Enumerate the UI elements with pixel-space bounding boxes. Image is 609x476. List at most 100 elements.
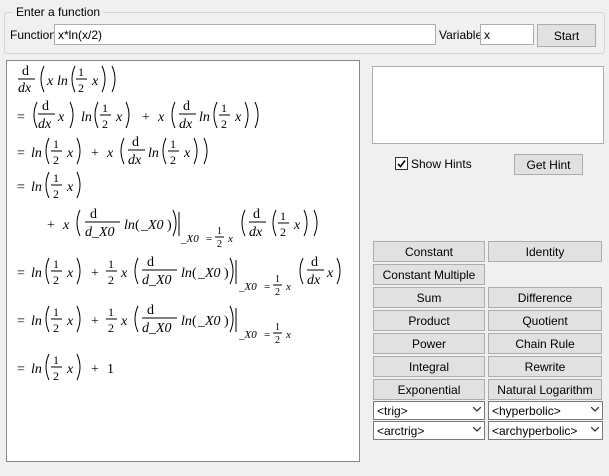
svg-text:=: = — [264, 329, 270, 341]
svg-text:dx: dx — [179, 117, 193, 132]
svg-text:dx: dx — [307, 273, 321, 288]
exponential-button[interactable]: Exponential — [373, 379, 485, 400]
svg-text:ln: ln — [31, 362, 42, 377]
variable-input[interactable] — [480, 24, 534, 45]
product-button[interactable]: Product — [373, 310, 485, 331]
svg-text:): ) — [224, 266, 229, 281]
constant-multiple-button[interactable]: Constant Multiple — [373, 264, 485, 285]
svg-text:x: x — [115, 110, 123, 125]
identity-button[interactable]: Identity — [488, 241, 602, 262]
svg-text:x: x — [326, 266, 334, 281]
svg-text:x: x — [120, 314, 128, 329]
rewrite-button[interactable]: Rewrite — [488, 356, 602, 377]
svg-text:_X0: _X0 — [197, 314, 221, 329]
svg-text:ln: ln — [181, 266, 192, 281]
svg-text:2: 2 — [108, 321, 114, 335]
svg-text:+: + — [91, 362, 99, 377]
svg-text:_X0: _X0 — [238, 281, 257, 293]
arctrig-select[interactable]: <arctrig> — [373, 421, 485, 440]
svg-text:=: = — [17, 110, 25, 125]
svg-text:x: x — [157, 110, 165, 125]
trig-select[interactable]: <trig> — [373, 401, 485, 420]
natural-logarithm-button[interactable]: Natural Logarithm — [488, 379, 602, 400]
svg-text:2: 2 — [275, 335, 280, 346]
svg-text:1: 1 — [280, 209, 286, 223]
svg-text:d: d — [90, 207, 97, 222]
svg-text:2: 2 — [275, 287, 280, 298]
svg-text:x: x — [285, 281, 291, 293]
svg-text:): ) — [167, 218, 172, 233]
svg-text:(: ( — [192, 266, 197, 281]
integral-button[interactable]: Integral — [373, 356, 485, 377]
svg-text:1: 1 — [53, 353, 59, 367]
start-button[interactable]: Start — [537, 24, 596, 47]
svg-text:_X0: _X0 — [197, 266, 221, 281]
svg-text:d: d — [42, 99, 49, 114]
svg-text:1: 1 — [78, 65, 84, 79]
svg-text:ln: ln — [31, 266, 42, 281]
svg-text:): ) — [224, 314, 229, 329]
constant-button[interactable]: Constant — [373, 241, 485, 262]
svg-text:ln: ln — [124, 218, 135, 233]
svg-text:1: 1 — [275, 274, 280, 285]
sum-button[interactable]: Sum — [373, 287, 485, 308]
svg-text:2: 2 — [280, 225, 286, 239]
svg-text:dx: dx — [249, 225, 263, 240]
step-6: = ln 1 2 x + 1 2 x d d_X0 ln ( _X0 ) _X0… — [17, 255, 341, 298]
chevron-down-icon — [473, 407, 481, 412]
step-2: = d dx x ln 1 2 x + x d dx ln 1 2 x — [17, 99, 259, 132]
svg-text:dx: dx — [128, 153, 142, 168]
quotient-button[interactable]: Quotient — [488, 310, 602, 331]
svg-text:d: d — [147, 303, 154, 318]
svg-text:1: 1 — [221, 101, 227, 115]
checkmark-icon — [397, 160, 406, 168]
svg-text:dx: dx — [38, 117, 52, 132]
svg-text:d: d — [253, 207, 260, 222]
get-hint-button[interactable]: Get Hint — [514, 154, 583, 175]
checkbox-box[interactable] — [395, 157, 408, 170]
svg-text:x: x — [66, 266, 74, 281]
svg-text:=: = — [17, 146, 25, 161]
svg-text:2: 2 — [53, 321, 59, 335]
svg-text:_X0: _X0 — [238, 329, 257, 341]
svg-text:_X0: _X0 — [180, 233, 199, 245]
svg-text:d: d — [147, 255, 154, 270]
svg-text:2: 2 — [53, 273, 59, 287]
step-4: = ln 1 2 x — [17, 171, 81, 201]
svg-text:x: x — [66, 362, 74, 377]
svg-text:ln: ln — [31, 314, 42, 329]
svg-text:1: 1 — [170, 137, 176, 151]
svg-text:1: 1 — [217, 226, 222, 237]
d: d — [22, 64, 29, 79]
svg-text:1: 1 — [107, 362, 114, 377]
difference-button[interactable]: Difference — [488, 287, 602, 308]
chain-rule-button[interactable]: Chain Rule — [488, 333, 602, 354]
svg-text:1: 1 — [53, 137, 59, 151]
svg-text:x: x — [183, 146, 191, 161]
svg-text:2: 2 — [217, 239, 222, 250]
svg-text:1: 1 — [53, 257, 59, 271]
svg-text:2: 2 — [221, 117, 227, 131]
step-1: d dx x ln 1 2 x — [18, 64, 116, 96]
hyperbolic-select[interactable]: <hyperbolic> — [488, 401, 603, 420]
svg-text:x: x — [91, 74, 99, 89]
paren-open: ( — [135, 218, 140, 233]
svg-text:1: 1 — [53, 305, 59, 319]
show-hints-label: Show Hints — [411, 157, 472, 171]
hints-display — [372, 66, 604, 144]
archyperbolic-select[interactable]: <archyperbolic> — [488, 421, 603, 440]
svg-text:d: d — [311, 255, 318, 270]
svg-text:+: + — [142, 110, 150, 125]
step-8: = ln 1 2 x + 1 — [17, 353, 114, 383]
svg-text:+: + — [47, 218, 55, 233]
step-7: = ln 1 2 x + 1 2 x d d_X0 ln ( _X0 ) _X0… — [17, 303, 291, 346]
group-title: Enter a function — [13, 5, 104, 19]
svg-text:=: = — [206, 233, 212, 245]
function-input[interactable] — [54, 24, 436, 45]
svg-text:=: = — [17, 180, 25, 195]
svg-text:=: = — [17, 266, 25, 281]
svg-text:ln: ln — [81, 110, 92, 125]
svg-text:ln: ln — [181, 314, 192, 329]
power-button[interactable]: Power — [373, 333, 485, 354]
svg-text:x: x — [66, 314, 74, 329]
